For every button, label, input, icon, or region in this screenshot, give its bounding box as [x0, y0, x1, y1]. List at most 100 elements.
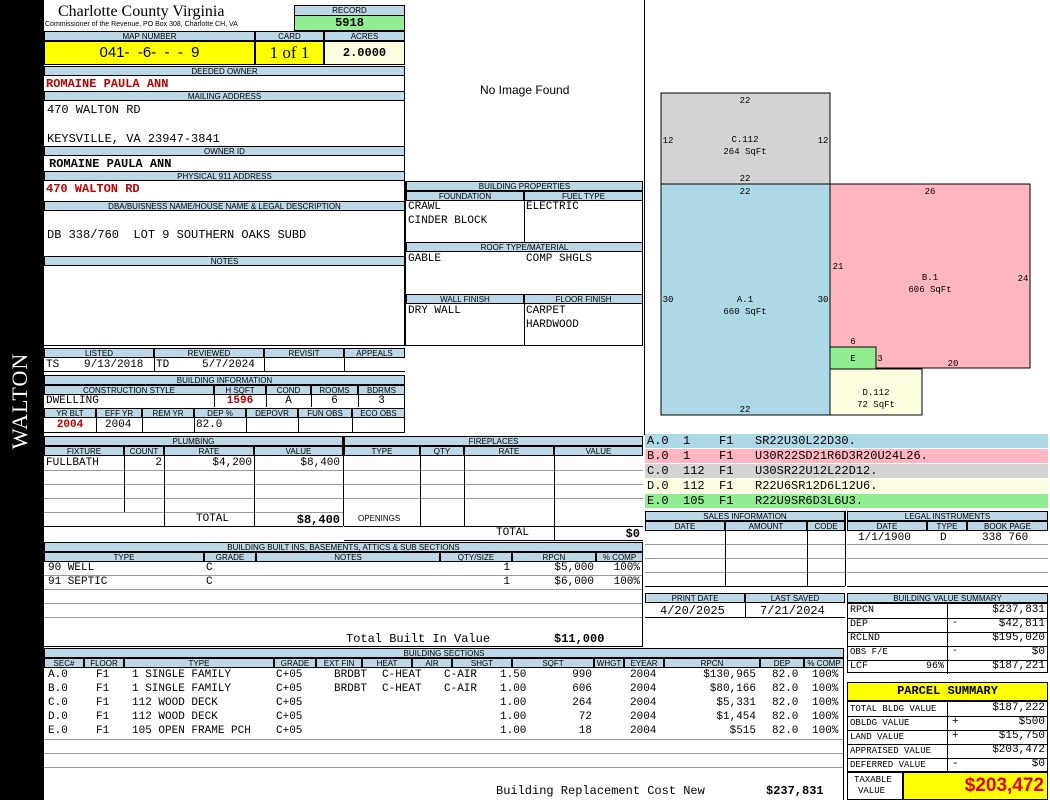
a-right-dim: 30: [818, 295, 829, 305]
parcel-table: TOTAL BLDG VALUE $187,222 OBLDG VALUE + …: [847, 701, 1048, 773]
bvs-rpcn-label: RPCN: [850, 605, 875, 616]
plumb-count-h: COUNT: [124, 446, 164, 456]
plumb-fixture: FULLBATH: [46, 457, 99, 469]
fp-rate-h: RATE: [464, 446, 554, 456]
bvs-dep-label: DEP: [850, 619, 869, 630]
card-number: 1 of 1: [255, 41, 324, 65]
print-date-header: PRINT DATE: [645, 593, 745, 603]
legal-header: DBA/BUISNESS NAME/HOUSE NAME & LEGAL DES…: [44, 201, 405, 211]
depovr-header: DEPOVR: [246, 408, 298, 418]
acres-header: ACRES: [324, 31, 405, 41]
floor-h: FLOOR: [84, 658, 124, 668]
bvs-rclnd-value: $195,020: [992, 632, 1045, 644]
notes-header: NOTES: [44, 256, 405, 266]
rooms-header: ROOMS: [311, 385, 358, 395]
rpcn-h: RPCN: [664, 658, 760, 668]
hsqft-header: H SQFT: [214, 385, 266, 395]
vector-list: A.0 1 F1 SR22U30L22D30. B.0 1 F1 U30R22S…: [645, 434, 1048, 509]
bi-qty-h: QTY/SIZE: [440, 552, 512, 562]
fp-type-h: TYPE: [344, 446, 420, 456]
building-info-header: BUILDING INFORMATION: [44, 375, 405, 385]
comp-h: % COMP: [804, 658, 844, 668]
wall-finish: DRY WALL: [408, 305, 461, 317]
bi-notes-h: NOTES: [256, 552, 440, 562]
extfin-h: EXT FIN: [316, 658, 362, 668]
ps-deferred-label: DEFERRED VALUE: [850, 760, 926, 770]
c-area: 264 SqFt: [723, 147, 766, 157]
plumb-fixture-h: FIXTURE: [44, 446, 124, 456]
year-built: 2004: [56, 419, 84, 431]
last-saved-header: LAST SAVED: [745, 593, 845, 603]
taxable-value: $203,472: [903, 772, 1048, 800]
c-left-dim: 12: [663, 136, 674, 146]
revisit-header: REVISIT: [264, 348, 344, 358]
bvs-header: BUILDING VALUE SUMMARY: [847, 593, 1048, 603]
last-saved: 7/21/2024: [760, 604, 825, 618]
sec-row-e: E.0 F1 105 OPEN FRAME PCH C+05 1.00 18 2004 $51…: [48, 725, 839, 737]
bvs-obs-value: $0: [1031, 646, 1045, 658]
builtins-header: BUILDING BUILT INS, BASEMENTS, ATTICS & …: [44, 542, 643, 552]
bvs-lcf-percent: 96%: [925, 661, 944, 672]
bvs-rpcn-value: $237,831: [992, 604, 1045, 616]
b-label: B.1: [922, 273, 938, 283]
map-number: 041- -6- - - 9: [44, 41, 255, 65]
rooms-value: 6: [331, 395, 338, 407]
ps-land-value: $15,750: [998, 730, 1045, 742]
mailing-line2: KEYSVILLE, VA 23947-3841: [47, 132, 220, 146]
ecoobs-header: ECO OBS: [352, 408, 405, 418]
roof-material: COMP SHGLS: [526, 253, 593, 265]
plumb-rate: $4,200: [212, 457, 252, 469]
brcn-label: Building Replacement Cost New: [496, 784, 705, 798]
roof-header: ROOF TYPE/MATERIAL: [406, 242, 643, 252]
reviewed-date: 5/7/2024: [202, 359, 255, 371]
ps-obldg-label: OBLDG VALUE: [850, 718, 910, 728]
building-props-header: BUILDING PROPERTIES: [406, 181, 643, 191]
style-header: CONSTRUCTION STYLE: [44, 385, 214, 395]
bvs-lcf-value: $187,221: [992, 660, 1045, 672]
plumb-rate-h: RATE: [164, 446, 254, 456]
reviewed-header: REVIEWED: [154, 348, 264, 358]
county-title: Charlotte County Virginia: [58, 3, 225, 20]
eyear-h: EYEAR: [624, 658, 664, 668]
c-label: C.112: [731, 135, 758, 145]
bi-qty-1: 1: [503, 562, 510, 574]
bdrms-header: BDRMS: [358, 385, 405, 395]
ps-appraised-value: $203,472: [992, 744, 1045, 756]
bi-type-1: 90 WELL: [48, 562, 95, 574]
ps-appraised-label: APPRAISED VALUE: [850, 746, 932, 756]
type-h: TYPE: [124, 658, 274, 668]
bi-type-h: TYPE: [44, 552, 204, 562]
a-top-dim: 22: [740, 187, 751, 197]
bi-comp-2: 100%: [613, 576, 640, 588]
b-left-dim: 21: [833, 262, 844, 272]
appeals-header: APPEALS: [344, 348, 405, 358]
ps-deferred-value: $0: [1031, 758, 1045, 770]
print-date: 4/20/2025: [660, 604, 725, 618]
dep-header: DEP %: [194, 408, 246, 418]
dep-percent: 82.0: [196, 419, 223, 431]
sales-header: SALES INFORMATION: [645, 511, 845, 521]
vector-row-e: E.0 105 F1 R22U9SR6D3L6U3.: [645, 494, 1048, 508]
listed-header: LISTED: [44, 348, 154, 358]
fp-openings-label: OPENINGS: [358, 514, 401, 523]
c-top-dim: 22: [740, 96, 751, 106]
owner-id: ROMAINE PAULA ANN: [49, 157, 172, 171]
bdrms-value: 3: [378, 395, 385, 407]
effyr-header: EFF YR: [96, 408, 142, 418]
ps-bldg-label: TOTAL BLDG VALUE: [850, 704, 937, 714]
floor-header: FLOOR FINISH: [524, 294, 643, 304]
fp-qty-h: QTY: [420, 446, 464, 456]
bvs-table: RPCN $237,831 DEP - $42,811 RCLND $195,0…: [847, 603, 1048, 674]
deeded-owner-header: DEEDED OWNER: [44, 66, 405, 76]
a-left-dim: 30: [663, 295, 674, 305]
plumb-value-h: VALUE: [254, 446, 343, 456]
sqft-h: SQFT: [512, 658, 594, 668]
sec-row-b: B.0 F1 1 SINGLE FAMILY C+05 BRDBT C-HEAT C-AIR…: [48, 683, 839, 695]
plumbing-header: PLUMBING: [44, 436, 343, 446]
legal-inst-header: LEGAL INSTRUMENTS: [847, 511, 1048, 521]
dep-h: DEP: [760, 658, 804, 668]
wall-header: WALL FINISH: [406, 294, 524, 304]
sales-date-h: DATE: [645, 521, 725, 531]
bvs-rclnd-label: RCLND: [850, 633, 881, 644]
parcel-summary-header: PARCEL SUMMARY: [847, 682, 1048, 701]
